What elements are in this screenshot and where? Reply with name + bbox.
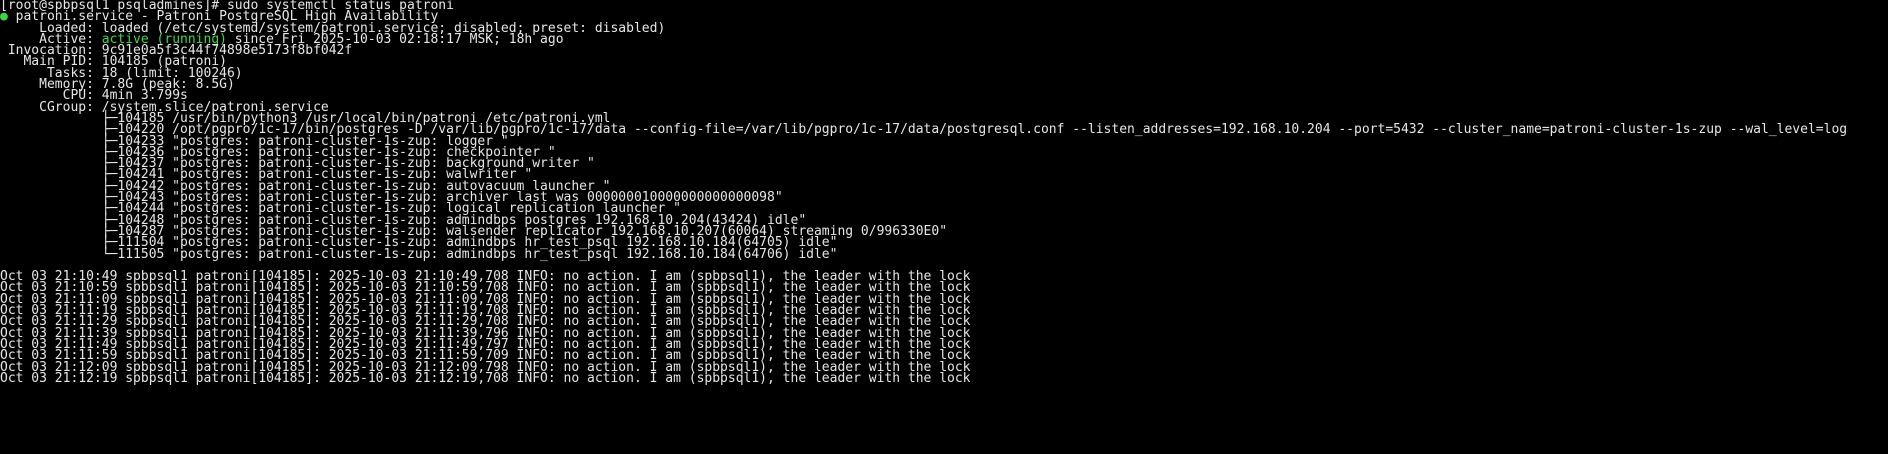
invocation-line: Invocation: 9c91e0a5f3c44f74898e5173f8bf… [0, 44, 1888, 57]
tasks-line: Tasks: 18 (limit: 100246) [0, 67, 1888, 80]
journal-log-line: Oct 03 21:12:19 spbpsql1 patroni[104185]… [0, 370, 971, 386]
process-tree-line: └─111505 "postgres: patroni-cluster-1s-z… [0, 246, 838, 262]
memory-line: Memory: 7.8G (peak: 8.5G) [0, 78, 1888, 91]
terminal-window[interactable]: [root@spbpsql1 psqladmines]# sudo system… [0, 0, 1888, 454]
